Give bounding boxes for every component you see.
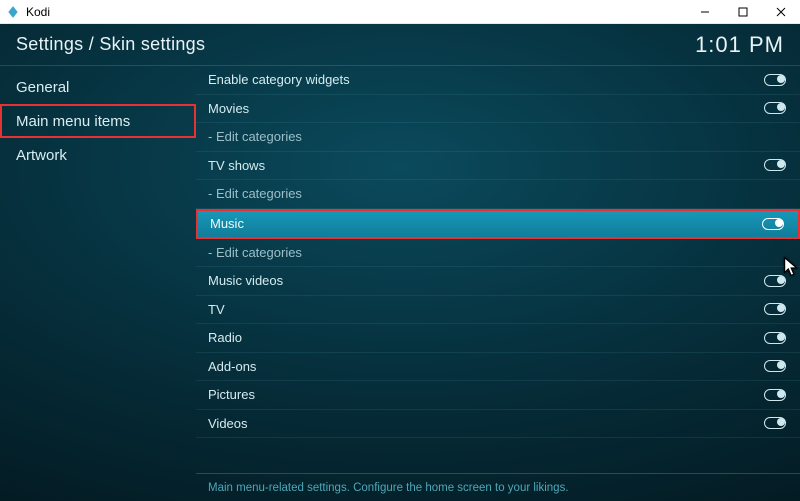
setting-label: - Edit categories [208,245,302,260]
toggle-icon[interactable] [764,360,786,372]
setting-label: Movies [208,101,249,116]
setting-movies[interactable]: Movies [196,95,800,124]
setting-label: Music videos [208,273,283,288]
settings-panel: Enable category widgets Movies - Edit ca… [196,66,800,501]
setting-tv-shows[interactable]: TV shows [196,152,800,181]
kodi-logo-icon [6,5,20,19]
setting-label: Add-ons [208,359,256,374]
setting-label: Pictures [208,387,255,402]
setting-radio[interactable]: Radio [196,324,800,353]
toggle-icon[interactable] [764,417,786,429]
setting-music-videos[interactable]: Music videos [196,267,800,296]
toggle-icon[interactable] [762,218,784,230]
setting-movies-edit-categories[interactable]: - Edit categories [196,123,800,152]
setting-label: Music [210,216,244,231]
toggle-icon[interactable] [764,159,786,171]
toggle-icon[interactable] [764,303,786,315]
clock: 1:01 PM [695,32,784,58]
breadcrumb: Settings / Skin settings [16,34,205,55]
toggle-icon[interactable] [764,102,786,114]
setting-music-edit-categories[interactable]: - Edit categories [196,239,800,268]
setting-label: - Edit categories [208,129,302,144]
setting-tv-shows-edit-categories[interactable]: - Edit categories [196,180,800,209]
sidebar: General Main menu items Artwork [0,66,196,501]
setting-label: TV shows [208,158,265,173]
toggle-icon[interactable] [764,332,786,344]
sidebar-item-label: Main menu items [16,113,130,130]
description-text: Main menu-related settings. Configure th… [208,482,569,494]
setting-addons[interactable]: Add-ons [196,353,800,382]
setting-label: TV [208,302,225,317]
settings-description: Main menu-related settings. Configure th… [196,473,800,501]
toggle-icon[interactable] [764,389,786,401]
settings-list: Enable category widgets Movies - Edit ca… [196,66,800,473]
sidebar-item-general[interactable]: General [0,70,196,104]
setting-label: - Edit categories [208,186,302,201]
window-titlebar: Kodi [0,0,800,24]
toggle-icon[interactable] [764,275,786,287]
header: Settings / Skin settings 1:01 PM [0,24,800,66]
window-maximize-button[interactable] [724,0,762,23]
sidebar-item-label: Artwork [16,147,67,164]
toggle-icon[interactable] [764,74,786,86]
window-title: Kodi [26,5,50,19]
window-minimize-button[interactable] [686,0,724,23]
app-root: Settings / Skin settings 1:01 PM General… [0,24,800,501]
setting-enable-category-widgets[interactable]: Enable category widgets [196,66,800,95]
setting-tv[interactable]: TV [196,296,800,325]
setting-label: Enable category widgets [208,72,350,87]
setting-label: Radio [208,330,242,345]
sidebar-item-label: General [16,79,69,96]
sidebar-item-artwork[interactable]: Artwork [0,138,196,172]
sidebar-item-main-menu-items[interactable]: Main menu items [0,104,196,138]
setting-label: Videos [208,416,248,431]
window-close-button[interactable] [762,0,800,23]
setting-pictures[interactable]: Pictures [196,381,800,410]
setting-videos[interactable]: Videos [196,410,800,439]
setting-music[interactable]: Music [196,209,800,239]
